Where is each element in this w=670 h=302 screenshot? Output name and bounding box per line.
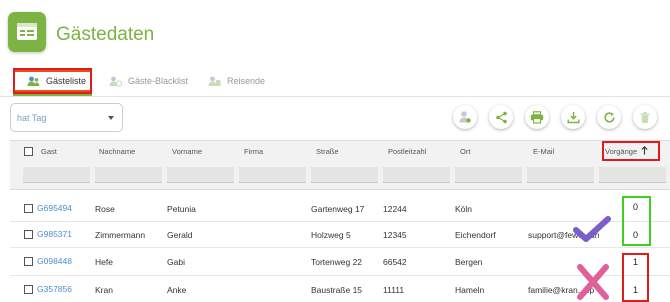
filter-input-email[interactable] <box>527 167 594 183</box>
filter-input-gast[interactable] <box>23 167 90 183</box>
assign-guest-icon <box>459 111 471 123</box>
filter-input-strasse[interactable] <box>311 167 378 183</box>
cross-mark-icon <box>577 264 609 300</box>
row-checkbox[interactable] <box>24 204 33 213</box>
guest-card-icon <box>8 12 46 52</box>
cell-vorname: Petunia <box>167 204 196 214</box>
filter-input-ort[interactable] <box>455 167 522 183</box>
tab-gaeste-blacklist[interactable]: Gäste-Blacklist <box>109 70 188 92</box>
filter-input-vorgaenge[interactable] <box>599 167 666 183</box>
cell-plz: 11111 <box>383 285 405 295</box>
cell-vorname: Gabi <box>167 257 185 267</box>
tab-label: Gäste-Blacklist <box>128 76 189 86</box>
tag-filter-select[interactable]: hat Tag <box>10 103 123 132</box>
print-button[interactable] <box>525 105 549 129</box>
filter-input-firma[interactable] <box>239 167 306 183</box>
download-button[interactable] <box>561 105 585 129</box>
column-header-postleitzahl[interactable]: Postleitzahl <box>388 147 426 156</box>
cell-plz: 12244 <box>383 204 407 214</box>
guest-id-link[interactable]: G357856 <box>37 284 72 294</box>
guest-id-link[interactable]: G985371 <box>37 229 72 239</box>
column-header-ort[interactable]: Ort <box>460 147 470 156</box>
cell-plz: 12345 <box>383 230 407 240</box>
cell-ort: Köln <box>455 204 473 214</box>
cell-strasse: Tortenweg 22 <box>311 257 363 267</box>
delete-button[interactable] <box>633 105 657 129</box>
column-header-email[interactable]: E-Mail <box>533 147 554 156</box>
trash-icon <box>640 111 650 123</box>
cell-nachname: Hefe <box>95 257 113 267</box>
guests-blocked-icon <box>109 76 122 87</box>
tab-reisende[interactable]: Reisende <box>208 70 265 92</box>
share-icon <box>495 111 507 123</box>
cell-ort: Bergen <box>455 257 483 267</box>
select-value: hat Tag <box>17 112 47 123</box>
row-checkbox[interactable] <box>24 257 33 266</box>
annotation-highlight-vorgaenge-header <box>602 141 660 161</box>
travelers-icon <box>208 76 221 86</box>
annotation-highlight-one-counts <box>622 253 649 302</box>
guest-id-link[interactable]: G695494 <box>37 203 72 213</box>
tab-label: Reisende <box>227 76 266 86</box>
row-divider <box>10 221 670 222</box>
cell-vorname: Gerald <box>167 230 193 240</box>
row-divider <box>10 247 670 248</box>
cell-strasse: Holzweg 5 <box>311 230 351 240</box>
assign-guest-button[interactable] <box>453 105 477 129</box>
checkmark-icon <box>573 216 611 242</box>
column-header-vorname[interactable]: Vorname <box>172 147 202 156</box>
guest-id-link[interactable]: G098448 <box>37 256 72 266</box>
column-header-nachname[interactable]: Nachname <box>99 147 135 156</box>
column-header-firma[interactable]: Firma <box>244 147 263 156</box>
cell-strasse: Baustraße 15 <box>311 285 363 295</box>
cell-nachname: Kran <box>95 285 113 295</box>
chevron-down-icon <box>108 115 114 120</box>
download-icon <box>567 111 579 123</box>
filter-input-postleitzahl[interactable] <box>383 167 450 183</box>
cell-strasse: Gartenweg 17 <box>311 204 365 214</box>
cell-nachname: Rose <box>95 204 115 214</box>
refresh-icon <box>603 111 615 123</box>
print-icon <box>530 110 544 124</box>
refresh-button[interactable] <box>597 105 621 129</box>
share-button[interactable] <box>489 105 513 129</box>
cell-ort: Hameln <box>455 285 485 295</box>
column-header-strasse[interactable]: Straße <box>316 147 339 156</box>
filter-input-vorname[interactable] <box>167 167 234 183</box>
row-checkbox[interactable] <box>24 230 33 239</box>
page-title: Gästedaten <box>56 24 155 45</box>
select-all-checkbox[interactable] <box>24 147 33 156</box>
row-checkbox[interactable] <box>24 285 33 294</box>
column-header-gast[interactable]: Gast <box>41 147 57 156</box>
row-divider <box>10 275 670 276</box>
filter-input-nachname[interactable] <box>95 167 162 183</box>
cell-plz: 66542 <box>383 257 407 267</box>
annotation-highlight-tab <box>13 68 92 94</box>
cell-ort: Eichendorf <box>455 230 496 240</box>
cell-nachname: Zimmermann <box>95 230 146 240</box>
tabs-divider <box>0 96 670 97</box>
annotation-highlight-zero-counts <box>622 196 651 246</box>
cell-vorname: Anke <box>167 285 187 295</box>
